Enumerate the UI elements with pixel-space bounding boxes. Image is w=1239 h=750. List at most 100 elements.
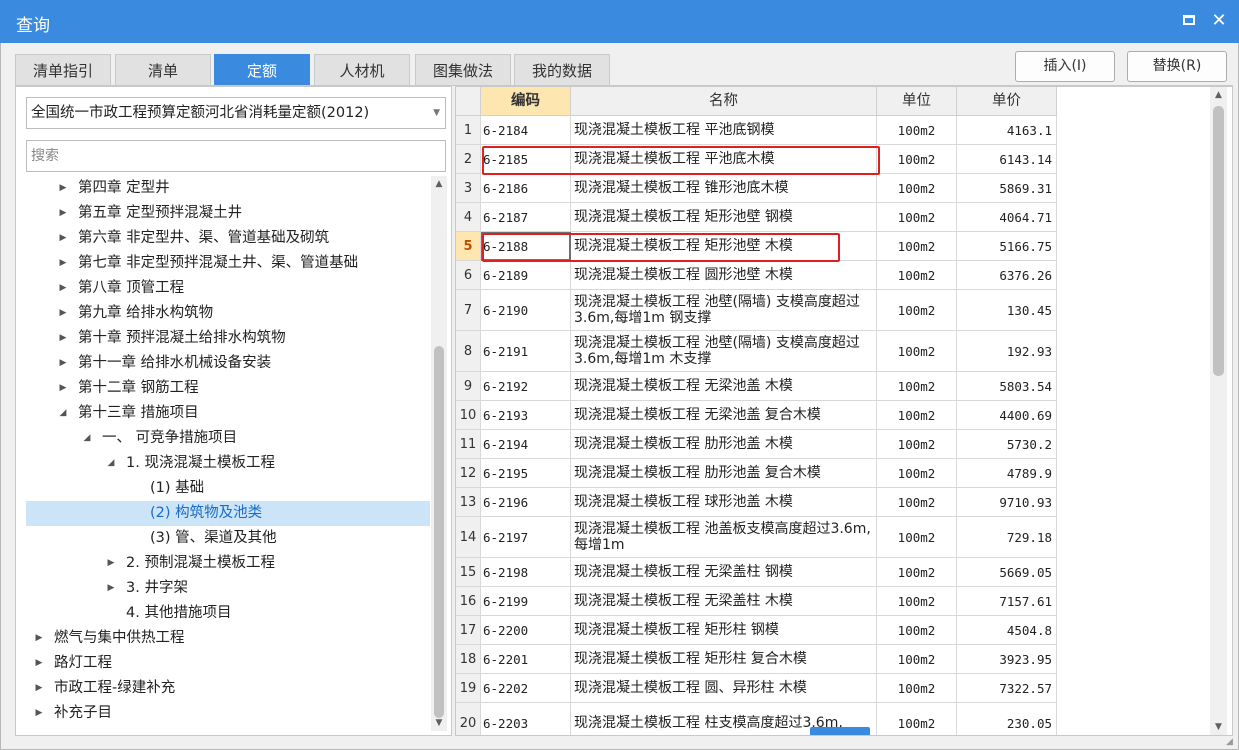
scroll-up-icon[interactable]: ▲ (431, 176, 447, 192)
unit-cell[interactable]: 100m2 (877, 703, 957, 735)
collapsed-arrow-icon[interactable]: ▶ (58, 176, 68, 201)
code-cell[interactable]: 6-2197 (481, 517, 571, 558)
scroll-up-icon[interactable]: ▲ (1210, 87, 1227, 103)
code-cell[interactable]: 6-2194 (481, 430, 571, 459)
tree-node[interactable]: ▶ 第十章 预拌混凝土给排水构筑物 (26, 326, 430, 351)
unit-cell[interactable]: 100m2 (877, 203, 957, 232)
name-cell[interactable]: 现浇混凝土模板工程 池壁(隔墙) 支模高度超过3.6m,每增1m 木支撑 (571, 331, 877, 372)
table-row[interactable]: 16 6-2199 现浇混凝土模板工程 无梁盖柱 木模 100m2 7157.61 (456, 587, 1058, 616)
code-cell[interactable]: 6-2191 (481, 331, 571, 372)
name-cell[interactable]: 现浇混凝土模板工程 矩形池壁 木模 (571, 232, 877, 261)
price-cell[interactable]: 4504.8 (957, 616, 1057, 645)
row-number[interactable]: 19 (456, 674, 481, 703)
tab-4[interactable]: 图集做法 (415, 54, 511, 86)
tree-node[interactable]: (3) 管、渠道及其他 (26, 526, 430, 551)
name-cell[interactable]: 现浇混凝土模板工程 球形池盖 木模 (571, 488, 877, 517)
code-cell[interactable]: 6-2193 (481, 401, 571, 430)
table-row[interactable]: 12 6-2195 现浇混凝土模板工程 肋形池盖 复合木模 100m2 4789.9 (456, 459, 1058, 488)
price-cell[interactable]: 192.93 (957, 331, 1057, 372)
column-header-unit[interactable]: 单位 (877, 87, 957, 116)
tree-node[interactable]: 4. 其他措施项目 (26, 601, 430, 626)
collapsed-arrow-icon[interactable]: ▶ (34, 651, 44, 676)
tree-node[interactable]: (1) 基础 (26, 476, 430, 501)
collapsed-arrow-icon[interactable]: ▶ (58, 251, 68, 276)
row-number[interactable]: 14 (456, 517, 481, 558)
unit-cell[interactable]: 100m2 (877, 616, 957, 645)
table-row[interactable]: 7 6-2190 现浇混凝土模板工程 池壁(隔墙) 支模高度超过3.6m,每增1m … (456, 290, 1058, 331)
tree-node[interactable]: ▶ 2. 预制混凝土模板工程 (26, 551, 430, 576)
unit-cell[interactable]: 100m2 (877, 261, 957, 290)
name-cell[interactable]: 现浇混凝土模板工程 矩形柱 钢模 (571, 616, 877, 645)
price-cell[interactable]: 4400.69 (957, 401, 1057, 430)
name-cell[interactable]: 现浇混凝土模板工程 池盖板支模高度超过3.6m,每增1m (571, 517, 877, 558)
tree-node[interactable]: ▶ 第十二章 钢筋工程 (26, 376, 430, 401)
row-number[interactable]: 1 (456, 116, 481, 145)
unit-cell[interactable]: 100m2 (877, 232, 957, 261)
column-header-price[interactable]: 单价 (957, 87, 1057, 116)
tree-node[interactable]: ◢ 1. 现浇混凝土模板工程 (26, 451, 430, 476)
scroll-thumb[interactable] (434, 346, 444, 718)
code-cell[interactable]: 6-2200 (481, 616, 571, 645)
unit-cell[interactable]: 100m2 (877, 645, 957, 674)
row-number[interactable]: 10 (456, 401, 481, 430)
column-header-name[interactable]: 名称 (571, 87, 877, 116)
table-row[interactable]: 3 6-2186 现浇混凝土模板工程 锥形池底木模 100m2 5869.31 (456, 174, 1058, 203)
grid-scrollbar[interactable]: ▲ ▼ (1210, 87, 1227, 735)
price-cell[interactable]: 5730.2 (957, 430, 1057, 459)
row-number[interactable]: 9 (456, 372, 481, 401)
collapsed-arrow-icon[interactable]: ▶ (58, 276, 68, 301)
unit-cell[interactable]: 100m2 (877, 401, 957, 430)
collapsed-arrow-icon[interactable]: ▶ (34, 676, 44, 701)
tree-node[interactable]: ▶ 3. 井字架 (26, 576, 430, 601)
expanded-arrow-icon[interactable]: ◢ (82, 426, 92, 451)
table-row[interactable]: 18 6-2201 现浇混凝土模板工程 矩形柱 复合木模 100m2 3923.95 (456, 645, 1058, 674)
tab-3[interactable]: 人材机 (314, 54, 410, 86)
price-cell[interactable]: 3923.95 (957, 645, 1057, 674)
price-cell[interactable]: 729.18 (957, 517, 1057, 558)
price-cell[interactable]: 5669.05 (957, 558, 1057, 587)
unit-cell[interactable]: 100m2 (877, 587, 957, 616)
row-number[interactable]: 17 (456, 616, 481, 645)
column-header-code[interactable]: 编码 (481, 87, 571, 116)
tree-node[interactable]: ▶ 第七章 非定型预拌混凝土井、渠、管道基础 (26, 251, 430, 276)
row-number[interactable]: 2 (456, 145, 481, 174)
unit-cell[interactable]: 100m2 (877, 174, 957, 203)
price-cell[interactable]: 6143.14 (957, 145, 1057, 174)
collapsed-arrow-icon[interactable]: ▶ (58, 201, 68, 226)
row-number[interactable]: 16 (456, 587, 481, 616)
collapsed-arrow-icon[interactable]: ▶ (34, 701, 44, 726)
price-cell[interactable]: 4789.9 (957, 459, 1057, 488)
tree-node[interactable]: ▶ 补充子目 (26, 701, 430, 726)
table-row[interactable]: 8 6-2191 现浇混凝土模板工程 池壁(隔墙) 支模高度超过3.6m,每增1m … (456, 331, 1058, 372)
table-row[interactable]: 11 6-2194 现浇混凝土模板工程 肋形池盖 木模 100m2 5730.2 (456, 430, 1058, 459)
row-number[interactable]: 13 (456, 488, 481, 517)
name-cell[interactable]: 现浇混凝土模板工程 无梁池盖 木模 (571, 372, 877, 401)
tab-0[interactable]: 清单指引 (15, 54, 111, 86)
table-row[interactable]: 1 6-2184 现浇混凝土模板工程 平池底钢模 100m2 4163.1 (456, 116, 1058, 145)
code-cell[interactable]: 6-2187 (481, 203, 571, 232)
collapsed-arrow-icon[interactable]: ▶ (58, 226, 68, 251)
row-number[interactable]: 20 (456, 703, 481, 735)
table-row[interactable]: 10 6-2193 现浇混凝土模板工程 无梁池盖 复合木模 100m2 4400.69 (456, 401, 1058, 430)
tree-node[interactable]: ▶ 第十一章 给排水机械设备安装 (26, 351, 430, 376)
tree-node[interactable]: ◢ 第十三章 措施项目 (26, 401, 430, 426)
table-row[interactable]: 4 6-2187 现浇混凝土模板工程 矩形池壁 钢模 100m2 4064.71 (456, 203, 1058, 232)
table-row[interactable]: 2 6-2185 现浇混凝土模板工程 平池底木模 100m2 6143.14 (456, 145, 1058, 174)
unit-cell[interactable]: 100m2 (877, 459, 957, 488)
tree-node[interactable]: ▶ 第九章 给排水构筑物 (26, 301, 430, 326)
code-cell[interactable]: 6-2198 (481, 558, 571, 587)
row-number[interactable]: 15 (456, 558, 481, 587)
row-number[interactable]: 11 (456, 430, 481, 459)
row-number[interactable]: 7 (456, 290, 481, 331)
close-button[interactable]: ✕ (1206, 8, 1232, 34)
row-number[interactable]: 12 (456, 459, 481, 488)
code-cell[interactable]: 6-2189 (481, 261, 571, 290)
table-row[interactable]: 19 6-2202 现浇混凝土模板工程 圆、异形柱 木模 100m2 7322.57 (456, 674, 1058, 703)
collapsed-arrow-icon[interactable]: ▶ (106, 551, 116, 576)
name-cell[interactable]: 现浇混凝土模板工程 肋形池盖 木模 (571, 430, 877, 459)
collapsed-arrow-icon[interactable]: ▶ (58, 301, 68, 326)
expanded-arrow-icon[interactable]: ◢ (106, 451, 116, 476)
price-cell[interactable]: 4163.1 (957, 116, 1057, 145)
scroll-down-icon[interactable]: ▼ (431, 715, 447, 731)
code-cell[interactable]: 6-2195 (481, 459, 571, 488)
